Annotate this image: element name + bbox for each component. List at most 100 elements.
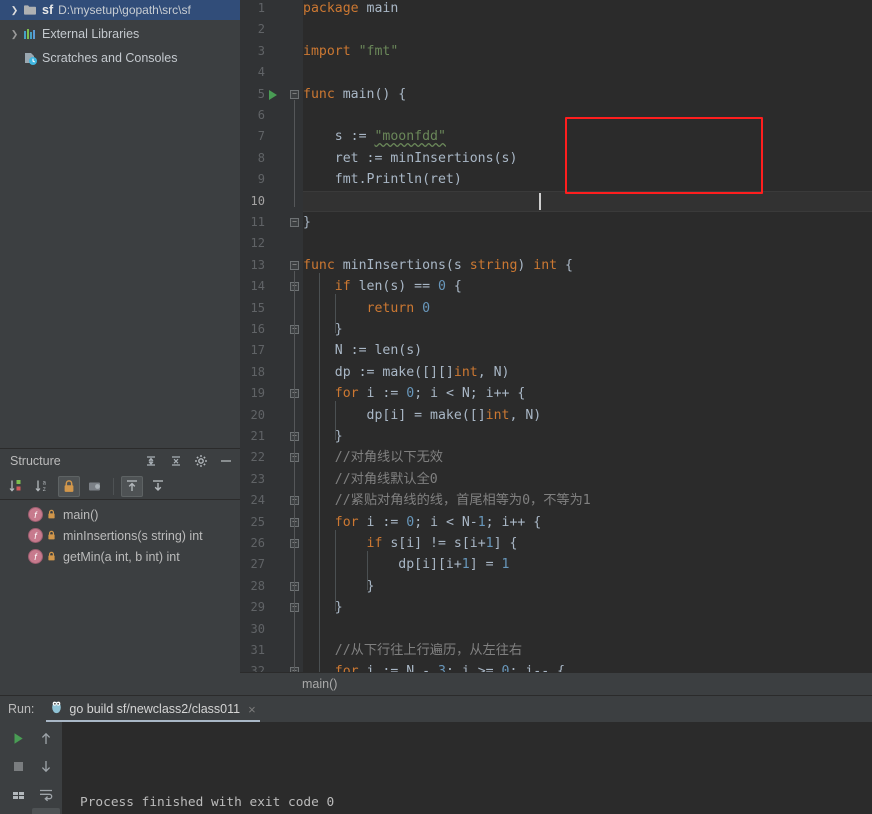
- code-line[interactable]: s := "moonfdd": [240, 126, 446, 147]
- code-line[interactable]: func main() {: [240, 84, 406, 105]
- show-fields-icon[interactable]: [84, 476, 106, 497]
- code-line[interactable]: //对角线默认全0: [240, 469, 438, 490]
- code-token: }: [303, 429, 343, 444]
- code-line[interactable]: [240, 19, 303, 40]
- down-arrow-icon[interactable]: [32, 752, 60, 780]
- hide-panel-icon[interactable]: [218, 453, 234, 469]
- code-line[interactable]: N := len(s): [240, 340, 422, 361]
- breadcrumb[interactable]: main(): [240, 672, 872, 695]
- code-token: (s): [398, 343, 423, 359]
- toolbar-separator: [113, 477, 114, 495]
- tree-item-external-libraries-label: External Libraries: [42, 27, 140, 41]
- code-token: ; i < N-: [414, 514, 478, 530]
- fold-marker[interactable]: [290, 89, 299, 99]
- code-token: {: [445, 279, 462, 295]
- structure-item-getmin[interactable]: f getMin(a int, b int) int: [0, 546, 240, 567]
- folder-icon: [21, 4, 39, 16]
- chevron-right-icon[interactable]: ❯: [8, 5, 21, 16]
- show-non-public-icon[interactable]: [58, 475, 80, 497]
- code-token: , N): [509, 407, 542, 423]
- indent-guide: [335, 529, 336, 612]
- code-token: package: [303, 1, 367, 16]
- structure-item-main[interactable]: f main(): [0, 504, 240, 525]
- rerun-icon[interactable]: [4, 724, 32, 752]
- code-line[interactable]: if s[i] != s[i+1] {: [240, 533, 518, 554]
- run-tabbar: Run: go build sf/newclass2/class011 ×: [0, 696, 872, 722]
- up-arrow-icon[interactable]: [32, 724, 60, 752]
- function-icon: f: [28, 549, 43, 564]
- code-line[interactable]: dp := make([][]int, N): [240, 362, 510, 383]
- code-token: fmt.: [303, 172, 367, 188]
- code-line[interactable]: [240, 233, 303, 254]
- code-line[interactable]: import "fmt": [240, 41, 398, 62]
- code-token: ; i++ {: [485, 514, 542, 530]
- code-line[interactable]: package main: [240, 0, 398, 19]
- fold-marker[interactable]: [290, 218, 299, 227]
- code-token: ([][]: [414, 364, 454, 380]
- tree-item-scratches[interactable]: Scratches and Consoles: [0, 48, 240, 68]
- text-caret: [539, 192, 541, 210]
- console-output[interactable]: Process finished with exit code 0: [62, 722, 872, 814]
- code-token: "fmt": [358, 43, 399, 59]
- structure-item-mininsertions[interactable]: f minInsertions(s string) int: [0, 525, 240, 546]
- show-inherited-icon[interactable]: [121, 475, 143, 497]
- code-line[interactable]: for i := N - 3; i >= 0; i-- {: [240, 661, 565, 672]
- code-token: make: [382, 364, 415, 380]
- code-line[interactable]: //从下行往上行遍历，从左往右: [240, 640, 522, 661]
- tree-item-sf[interactable]: ❯ sf D:\mysetup\gopath\src\sf: [0, 0, 240, 20]
- code-token: , N): [477, 364, 510, 380]
- structure-panel: Structure a z f main() f minInsertions(s…: [0, 448, 240, 695]
- code-line[interactable]: fmt.Println(ret): [240, 169, 462, 190]
- code-token: minInsertions: [390, 150, 494, 166]
- code-token: 1: [501, 557, 510, 573]
- code-token: 1: [477, 514, 486, 530]
- code-line[interactable]: if len(s) == 0 {: [240, 276, 462, 297]
- code-line[interactable]: dp[i] = make([]int, N): [240, 405, 542, 426]
- code-line[interactable]: dp[i][i+1] = 1: [240, 554, 509, 575]
- code-token: main: [366, 1, 399, 16]
- gear-icon[interactable]: [193, 453, 209, 469]
- code-token: main: [342, 86, 375, 102]
- project-tree: ❯ sf D:\mysetup\gopath\src\sf ❯ External…: [0, 0, 240, 448]
- code-token: dp[i][i+: [303, 557, 462, 573]
- tree-item-external-libraries[interactable]: ❯ External Libraries: [0, 24, 240, 44]
- code-token: {: [557, 257, 573, 273]
- code-token: func: [303, 86, 343, 102]
- code-token: for: [334, 664, 367, 672]
- scroll-to-end-icon[interactable]: [32, 808, 60, 814]
- expand-all-icon[interactable]: [143, 453, 159, 469]
- sort-alphabetically-icon[interactable]: az: [32, 476, 54, 497]
- fold-marker[interactable]: [290, 260, 299, 270]
- run-gutter-icon[interactable]: [269, 89, 277, 100]
- code-line[interactable]: for i := 0; i < N-1; i++ {: [240, 512, 541, 533]
- code-token: //紧贴对角线的线，首尾相等为0，不等为1: [303, 493, 591, 509]
- code-line[interactable]: ret := minInsertions(s): [240, 148, 518, 169]
- code-line[interactable]: //对角线以下无效: [240, 447, 443, 468]
- structure-toolbar: az: [0, 473, 240, 500]
- code-token: ([]: [461, 407, 486, 423]
- code-line[interactable]: [240, 62, 303, 83]
- code-token: ; i < N; i++ {: [414, 386, 526, 402]
- soft-wrap-icon[interactable]: [32, 780, 60, 808]
- code-line[interactable]: }: [240, 576, 375, 597]
- collapse-all-icon[interactable]: [168, 453, 184, 469]
- code-token: s[i] != s[i+: [390, 536, 486, 551]
- chevron-right-icon[interactable]: ❯: [8, 29, 21, 40]
- stop-icon[interactable]: [4, 752, 32, 780]
- code-token: 3: [438, 664, 446, 672]
- show-anonymous-icon[interactable]: [147, 476, 169, 497]
- run-tab[interactable]: go build sf/newclass2/class011 ×: [46, 696, 260, 722]
- run-panel: Run: go build sf/newclass2/class011 × Pr…: [0, 695, 872, 814]
- structure-header: Structure: [0, 449, 240, 473]
- code-line[interactable]: }: [240, 212, 311, 233]
- run-side-toolbar: [0, 722, 62, 814]
- print-icon[interactable]: [4, 780, 32, 808]
- code-editor[interactable]: 1 2 3 4 5 6 7 8 9 10 11 12 13 14 15 16 17 18 19 20 21 22 23 24 2…: [240, 0, 872, 672]
- code-line[interactable]: for i := 0; i < N; i++ {: [240, 383, 526, 404]
- code-token: //对角线以下无效: [303, 450, 443, 466]
- library-icon: [21, 28, 39, 40]
- code-token: }: [303, 578, 375, 594]
- code-token: (ret): [422, 172, 462, 188]
- sort-by-visibility-icon[interactable]: [6, 476, 28, 497]
- close-icon[interactable]: ×: [248, 702, 256, 717]
